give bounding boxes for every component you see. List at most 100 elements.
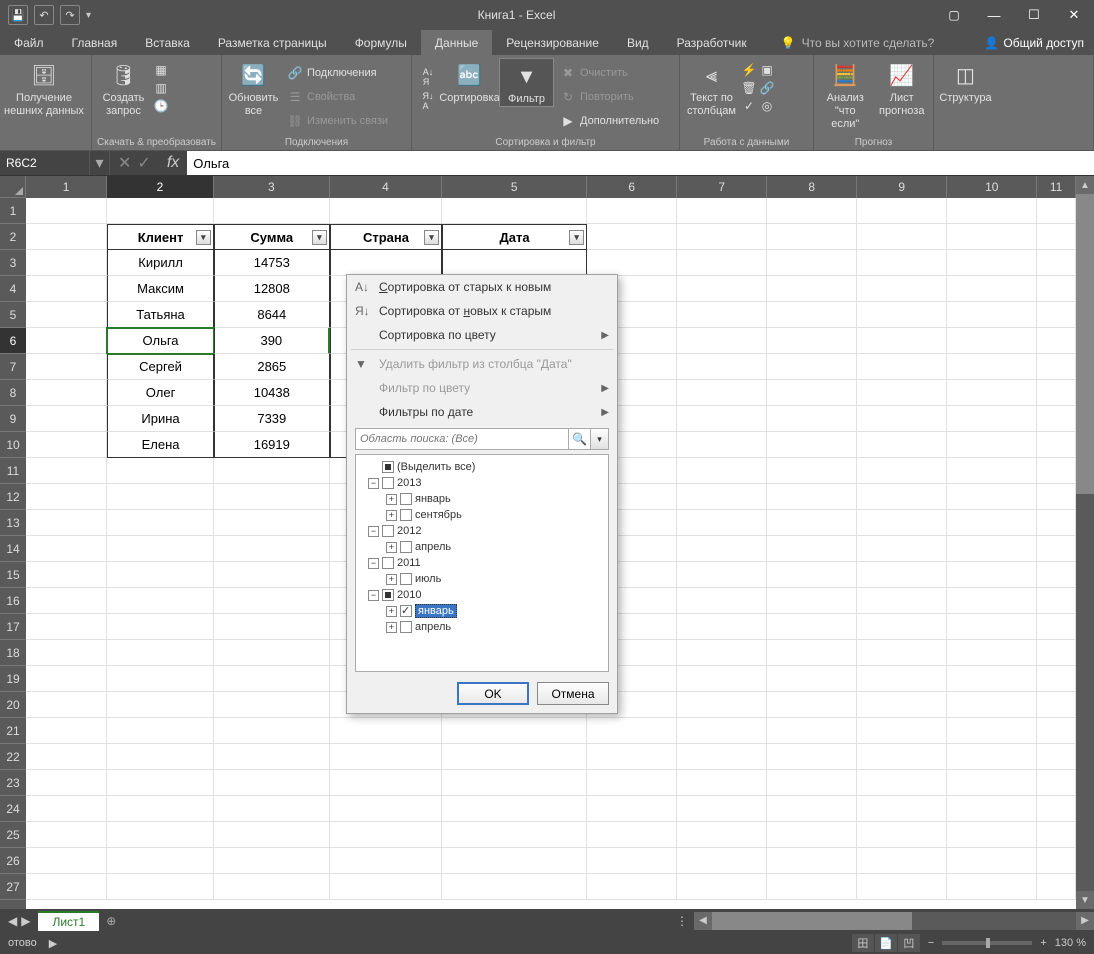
row-header[interactable]: 16 <box>0 588 26 614</box>
cell[interactable] <box>442 822 587 848</box>
cell[interactable] <box>1037 198 1076 224</box>
filter-search-input[interactable] <box>355 428 569 450</box>
cell[interactable] <box>26 666 107 692</box>
cell[interactable] <box>767 640 857 666</box>
maximize-button[interactable]: ☐ <box>1014 0 1054 30</box>
cell[interactable] <box>1037 770 1076 796</box>
cell[interactable] <box>330 848 442 874</box>
row-header[interactable]: 11 <box>0 458 26 484</box>
cell[interactable] <box>857 744 947 770</box>
scroll-left-icon[interactable]: ◀ <box>694 912 712 930</box>
cell[interactable] <box>26 848 107 874</box>
search-icon[interactable]: 🔍 <box>569 428 591 450</box>
data-model-icon[interactable]: ◎ <box>759 98 775 114</box>
connections-button[interactable]: 🔗Подключения <box>283 62 392 84</box>
cell[interactable] <box>214 484 330 510</box>
cell[interactable] <box>677 562 767 588</box>
cell[interactable] <box>1037 536 1076 562</box>
row-header[interactable]: 12 <box>0 484 26 510</box>
cell[interactable] <box>107 848 213 874</box>
cell[interactable] <box>767 484 857 510</box>
cell[interactable] <box>107 770 213 796</box>
cell[interactable] <box>107 458 213 484</box>
cell[interactable]: Сумма▾ <box>214 224 330 250</box>
cell[interactable] <box>767 796 857 822</box>
cell[interactable] <box>330 874 442 900</box>
cell[interactable] <box>330 796 442 822</box>
collapse-icon[interactable]: − <box>368 526 379 537</box>
cell[interactable] <box>214 614 330 640</box>
column-filter-button[interactable]: ▾ <box>424 230 439 245</box>
cell[interactable] <box>947 874 1037 900</box>
column-filter-button[interactable]: ▾ <box>312 230 327 245</box>
cell[interactable] <box>107 640 213 666</box>
cell[interactable] <box>26 276 107 302</box>
row-header[interactable]: 22 <box>0 744 26 770</box>
cell[interactable] <box>26 510 107 536</box>
cell[interactable]: 390 <box>214 328 330 354</box>
qat-customize-icon[interactable]: ▾ <box>86 10 91 21</box>
cell[interactable] <box>767 666 857 692</box>
cell[interactable] <box>677 848 767 874</box>
checkbox[interactable] <box>382 525 394 537</box>
cell[interactable] <box>857 822 947 848</box>
tab-formulas[interactable]: Формулы <box>341 30 421 55</box>
advanced-filter-button[interactable]: ▶Дополнительно <box>556 110 663 132</box>
cell[interactable] <box>857 562 947 588</box>
scroll-down-icon[interactable]: ▼ <box>1076 891 1094 909</box>
cell[interactable] <box>587 822 677 848</box>
zoom-in-icon[interactable]: + <box>1040 937 1046 949</box>
cell[interactable] <box>330 718 442 744</box>
cell[interactable] <box>26 770 107 796</box>
cell[interactable] <box>677 484 767 510</box>
row-header[interactable]: 19 <box>0 666 26 692</box>
cell[interactable] <box>442 796 587 822</box>
column-header[interactable]: 5 <box>442 176 587 198</box>
cell[interactable] <box>677 770 767 796</box>
cell[interactable] <box>1037 692 1076 718</box>
cell[interactable] <box>442 198 587 224</box>
cell[interactable]: Страна▾ <box>330 224 442 250</box>
cell[interactable] <box>677 328 767 354</box>
cell[interactable] <box>587 718 677 744</box>
checkbox-mixed[interactable] <box>382 589 394 601</box>
search-dropdown[interactable]: ▾ <box>591 428 609 450</box>
cancel-formula-icon[interactable]: ✕ <box>118 153 131 173</box>
column-header[interactable]: 2 <box>107 176 213 198</box>
cell[interactable] <box>107 718 213 744</box>
cell[interactable] <box>857 770 947 796</box>
sort-az-button[interactable]: А↓Я <box>416 66 440 88</box>
tree-month-jan[interactable]: + январь <box>360 491 604 507</box>
sort-button[interactable]: 🔤 Сортировка <box>442 58 497 105</box>
cell[interactable] <box>947 354 1037 380</box>
cell[interactable]: Олег <box>107 380 213 406</box>
cell[interactable] <box>214 562 330 588</box>
cell[interactable] <box>677 432 767 458</box>
cell[interactable] <box>677 822 767 848</box>
validation-icon[interactable]: ✓ <box>741 98 757 114</box>
cell[interactable] <box>857 380 947 406</box>
scrollbar-thumb[interactable] <box>1076 194 1094 494</box>
cell[interactable] <box>442 848 587 874</box>
column-header[interactable]: 11 <box>1037 176 1076 198</box>
cell[interactable] <box>1037 744 1076 770</box>
tree-month-jul[interactable]: + июль <box>360 571 604 587</box>
save-icon[interactable]: 💾 <box>8 5 28 25</box>
cell[interactable] <box>857 848 947 874</box>
cell[interactable] <box>214 666 330 692</box>
normal-view-icon[interactable]: 田 <box>852 934 874 952</box>
cell[interactable] <box>677 614 767 640</box>
cell[interactable] <box>1037 406 1076 432</box>
row-header[interactable]: 7 <box>0 354 26 380</box>
checkbox-mixed[interactable] <box>382 461 394 473</box>
cell[interactable] <box>1037 666 1076 692</box>
cell[interactable] <box>107 666 213 692</box>
cell[interactable] <box>947 276 1037 302</box>
checkbox[interactable] <box>400 541 412 553</box>
cell[interactable] <box>26 718 107 744</box>
refresh-all-button[interactable]: 🔄 Обновить все <box>226 58 281 118</box>
flash-fill-icon[interactable]: ⚡ <box>741 62 757 78</box>
next-sheet-icon[interactable]: ▶ <box>21 914 30 928</box>
cell[interactable] <box>857 588 947 614</box>
cell[interactable] <box>947 224 1037 250</box>
